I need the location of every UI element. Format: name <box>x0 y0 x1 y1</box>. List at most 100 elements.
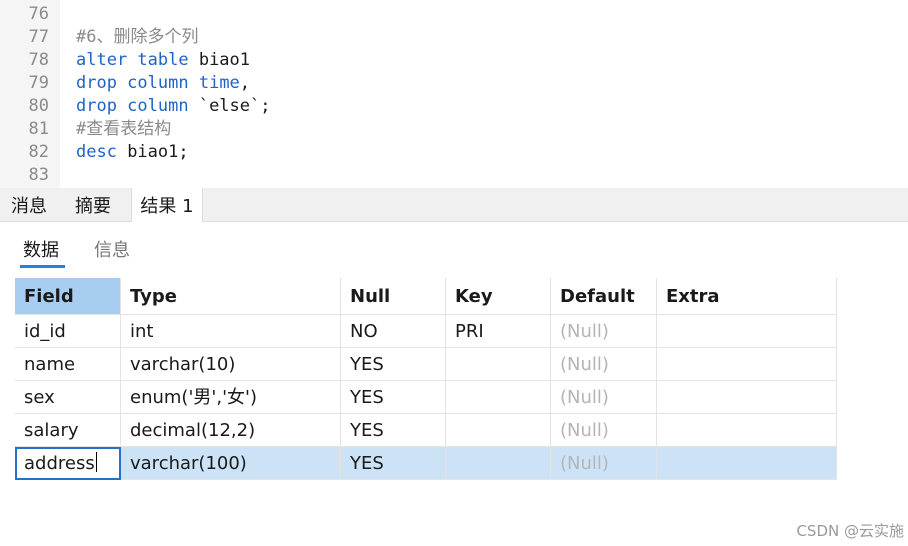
cell-default[interactable]: (Null) <box>551 348 657 381</box>
cell-type[interactable]: int <box>121 315 341 348</box>
table-row[interactable]: address varchar(100) YES (Null) <box>15 447 837 480</box>
column-header-null[interactable]: Null <box>341 278 446 315</box>
cell-value: sex <box>24 387 55 408</box>
cell-field[interactable]: name <box>15 348 121 381</box>
code-text: #查看表结构 <box>76 118 171 141</box>
cell-value: address <box>24 453 95 474</box>
cell-field[interactable]: salary <box>15 414 121 447</box>
cell-value: (Null) <box>560 387 609 408</box>
cell-value: enum('男','女') <box>130 387 257 408</box>
code-text: alter table biao1 <box>76 49 250 72</box>
line-number: 78 <box>28 50 49 70</box>
subtab-data[interactable]: 数据 <box>23 238 59 264</box>
code-text: drop column time, <box>76 72 250 95</box>
sql-keyword: alter table <box>76 50 189 70</box>
cell-value: (Null) <box>560 321 609 342</box>
cell-extra[interactable] <box>657 414 837 447</box>
cell-value: YES <box>350 453 384 474</box>
cell-type[interactable]: varchar(10) <box>121 348 341 381</box>
grid-header-row: Field Type Null Key Default Extra <box>15 278 837 315</box>
cell-key[interactable] <box>446 348 551 381</box>
sql-text: `else`; <box>188 96 271 116</box>
cell-key[interactable]: PRI <box>446 315 551 348</box>
result-tab-bar: 消息 摘要 结果 1 <box>0 188 908 222</box>
column-header-field[interactable]: Field <box>15 278 121 315</box>
code-line[interactable]: 79 drop column time, <box>0 72 908 95</box>
cell-default[interactable]: (Null) <box>551 315 657 348</box>
cell-null[interactable]: YES <box>341 447 446 480</box>
active-subtab-indicator <box>20 265 65 268</box>
table-row[interactable]: sex enum('男','女') YES (Null) <box>15 381 837 414</box>
sql-keyword: drop column <box>76 96 189 116</box>
table-row[interactable]: id_id int NO PRI (Null) <box>15 315 837 348</box>
cell-key[interactable] <box>446 414 551 447</box>
cell-null[interactable]: NO <box>341 315 446 348</box>
table-row[interactable]: name varchar(10) YES (Null) <box>15 348 837 381</box>
column-header-default[interactable]: Default <box>551 278 657 315</box>
cell-default[interactable]: (Null) <box>551 381 657 414</box>
code-line[interactable]: 76 <box>0 3 908 26</box>
cell-extra[interactable] <box>657 381 837 414</box>
sql-editor[interactable]: 76 77 #6、删除多个列 78 alter table biao1 79 drop co… <box>0 0 908 188</box>
code-text: #6、删除多个列 <box>76 26 198 49</box>
cell-null[interactable]: YES <box>341 348 446 381</box>
sql-keyword: time <box>198 73 240 93</box>
cell-field[interactable]: sex <box>15 381 121 414</box>
cell-value: (Null) <box>560 453 609 474</box>
cell-null[interactable]: YES <box>341 414 446 447</box>
cell-value: NO <box>350 321 378 342</box>
cell-value: decimal(12,2) <box>130 420 256 441</box>
cell-key[interactable] <box>446 381 551 414</box>
cell-field[interactable]: id_id <box>15 315 121 348</box>
column-header-type[interactable]: Type <box>121 278 341 315</box>
code-line[interactable]: 83 <box>0 164 908 187</box>
text-caret <box>95 452 97 472</box>
cell-value: YES <box>350 387 384 408</box>
code-text: desc biao1; <box>76 141 189 164</box>
tab-result-1[interactable]: 结果 1 <box>131 188 203 222</box>
line-number: 81 <box>28 119 49 139</box>
cell-key[interactable] <box>446 447 551 480</box>
sql-text: , <box>239 73 251 93</box>
cell-value: PRI <box>455 321 484 342</box>
cell-value: (Null) <box>560 354 609 375</box>
cell-default[interactable]: (Null) <box>551 414 657 447</box>
cell-default[interactable]: (Null) <box>551 447 657 480</box>
table-row[interactable]: salary decimal(12,2) YES (Null) <box>15 414 837 447</box>
code-line[interactable]: 80 drop column `else`; <box>0 95 908 118</box>
line-number: 82 <box>28 142 49 162</box>
sql-comment: #查看表结构 <box>76 119 172 139</box>
cell-value: varchar(100) <box>130 453 247 474</box>
cell-value: varchar(10) <box>130 354 236 375</box>
cell-type[interactable]: enum('男','女') <box>121 381 341 414</box>
line-number: 77 <box>28 27 49 47</box>
line-number: 79 <box>28 73 49 93</box>
cell-field[interactable]: address <box>15 447 121 480</box>
code-line[interactable]: 78 alter table biao1 <box>0 49 908 72</box>
code-line[interactable]: 82 desc biao1; <box>0 141 908 164</box>
line-number: 83 <box>28 165 49 185</box>
tab-summary[interactable]: 摘要 <box>64 188 122 222</box>
cell-null[interactable]: YES <box>341 381 446 414</box>
cell-type[interactable]: decimal(12,2) <box>121 414 341 447</box>
column-header-key[interactable]: Key <box>446 278 551 315</box>
code-line[interactable]: 77 #6、删除多个列 <box>0 26 908 49</box>
column-header-extra[interactable]: Extra <box>657 278 837 315</box>
watermark: CSDN @云实施 <box>796 522 904 540</box>
cell-value: int <box>130 321 154 342</box>
code-line[interactable]: 81 #查看表结构 <box>0 118 908 141</box>
sql-text: biao1; <box>116 142 189 162</box>
line-number: 76 <box>28 4 49 24</box>
cell-extra[interactable] <box>657 447 837 480</box>
cell-value: id_id <box>24 321 66 342</box>
cell-extra[interactable] <box>657 315 837 348</box>
cell-value: salary <box>24 420 79 441</box>
sql-keyword: drop column <box>76 73 189 93</box>
cell-type[interactable]: varchar(100) <box>121 447 341 480</box>
tab-messages[interactable]: 消息 <box>0 188 58 222</box>
cell-extra[interactable] <box>657 348 837 381</box>
sql-keyword: desc <box>76 142 117 162</box>
cell-value: (Null) <box>560 420 609 441</box>
result-subtabs: 数据 信息 <box>0 222 908 278</box>
subtab-info[interactable]: 信息 <box>94 238 130 264</box>
